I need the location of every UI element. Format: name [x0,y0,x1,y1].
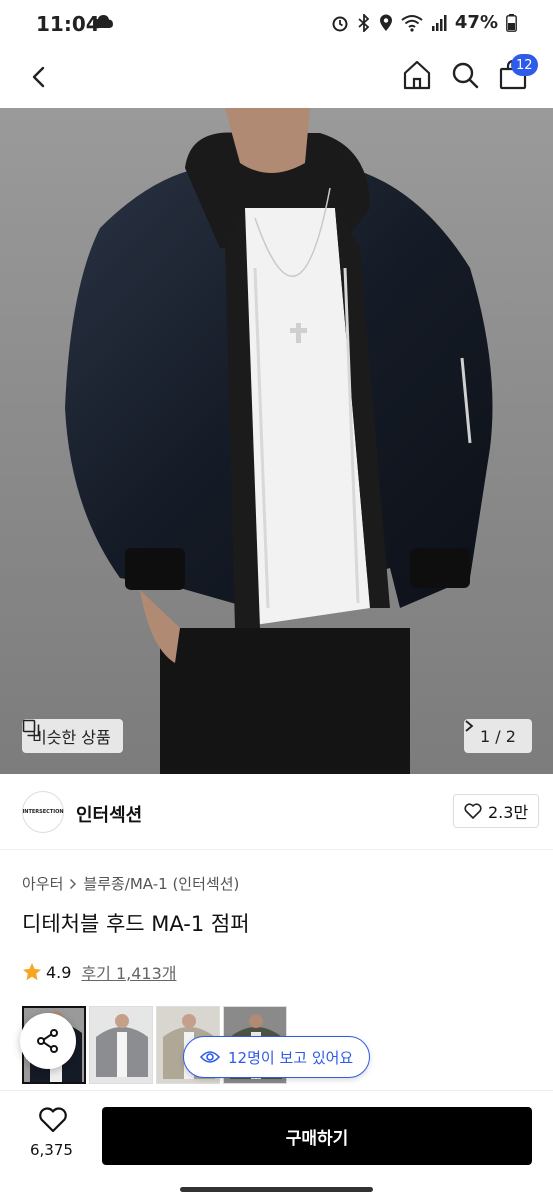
heart-outline-icon [464,803,482,819]
battery-percent: 47% [454,12,498,33]
status-right: 47% [331,12,517,33]
chevron-right-icon [465,720,474,732]
share-icon [37,1029,58,1053]
breadcrumb-item-outer[interactable]: 아우터 [22,873,63,894]
star-icon [23,963,41,981]
brand-name[interactable]: 인터섹션 [76,801,142,827]
search-icon[interactable] [448,58,482,92]
wishlist-heart-icon[interactable] [38,1107,68,1133]
location-icon [379,14,392,31]
product-photo [0,108,553,774]
buy-button-label: 구매하기 [285,1128,349,1149]
status-time: 11:04 [36,12,100,36]
share-button[interactable] [20,1013,76,1069]
thumbnail-2[interactable] [89,1006,153,1084]
brand-row[interactable]: INTERSECTION 인터섹션 2.3만 [0,774,553,850]
chevron-right-icon [70,878,77,889]
bluetooth-icon [358,13,370,32]
pager-text: 1 / 2 [480,726,516,746]
battery-icon [506,13,517,32]
top-nav: 12 [0,50,553,108]
wifi-icon [401,14,423,32]
status-bar: 11:04 47% [0,0,553,50]
viewers-text: 12명이 보고 있어요 [228,1048,354,1067]
cloud-icon [93,15,113,28]
back-icon[interactable] [22,60,56,94]
thumbnail-image [90,1007,152,1083]
brand-like-count: 2.3만 [488,803,529,822]
product-image[interactable]: 비슷한 상품 1 / 2 [0,108,553,774]
breadcrumb-item-category[interactable]: 블루종/MA-1 (인터섹션) [83,873,239,894]
brand-logo-text: INTERSECTION [22,809,64,815]
similar-products-label: 비슷한 상품 [32,728,111,747]
gesture-bar [180,1187,373,1192]
viewers-toast: 12명이 보고 있어요 [183,1036,371,1078]
eye-icon [200,1051,220,1063]
rating-value: 4.9 [46,962,72,982]
similar-products-button[interactable]: 비슷한 상품 [22,719,123,753]
home-icon[interactable] [400,58,434,92]
rating-row[interactable]: 4.9 후기 1,413개 [22,960,177,984]
image-pager[interactable]: 1 / 2 [464,719,532,753]
wishlist-count: 6,375 [30,1141,73,1159]
cart-count-badge: 12 [511,54,538,76]
breadcrumb: 아우터 블루종/MA-1 (인터섹션) [22,873,239,894]
review-count-link[interactable]: 후기 1,413개 [81,960,176,984]
signal-icon [431,14,447,31]
alarm-icon [332,16,348,31]
product-title: 디테처블 후드 MA-1 점퍼 [22,912,250,936]
copy-icon [22,719,40,737]
purchase-bar: 6,375 구매하기 [0,1090,553,1200]
brand-like-button[interactable]: 2.3만 [453,794,540,828]
brand-logo[interactable]: INTERSECTION [22,791,64,833]
buy-button[interactable]: 구매하기 [102,1107,532,1165]
